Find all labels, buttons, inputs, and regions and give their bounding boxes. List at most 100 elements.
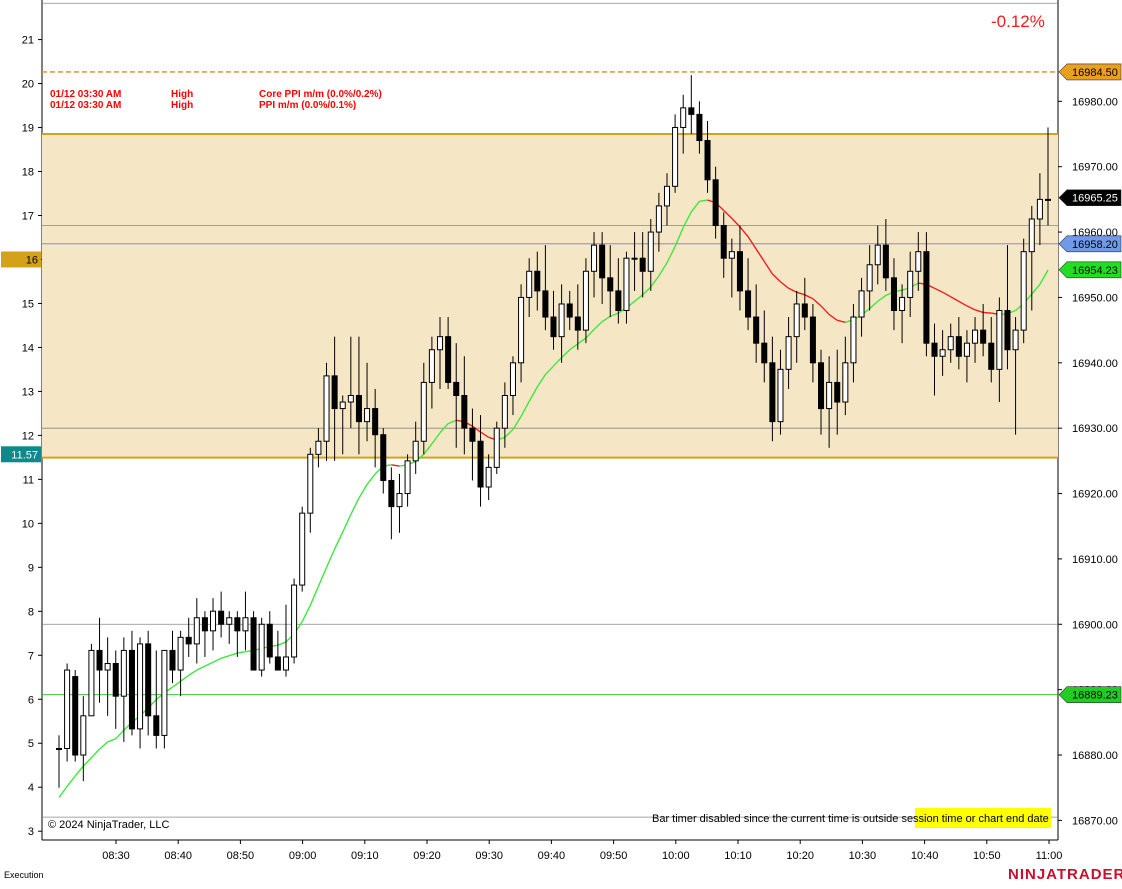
candle-body	[323, 375, 330, 442]
candle-body	[364, 408, 371, 423]
x-tick-label-14: 10:50	[973, 850, 1001, 862]
chart-svg: 3 4 5 6 7 8 9 10 11 12 13 14 15 16 17 18 19 20 21 16870.00…	[0, 0, 1122, 884]
candle-body	[339, 401, 346, 410]
marker-label: 16	[26, 254, 38, 266]
candle-body	[185, 636, 192, 645]
candle-body	[64, 669, 71, 749]
candle-25	[258, 617, 265, 677]
candle-13	[161, 649, 168, 749]
candle-body	[663, 185, 671, 207]
candle-body	[347, 394, 354, 403]
percent-change: -0.12%	[991, 12, 1045, 31]
candle-body	[315, 440, 322, 455]
x-tick-label-2: 08:50	[227, 850, 255, 862]
candle-body	[720, 225, 727, 259]
left-tick-label-4: 7	[28, 650, 34, 662]
candle-body	[826, 381, 833, 410]
candle-body	[461, 394, 468, 429]
right-tick-label-4: 16910.00	[1072, 554, 1118, 566]
marker-label: 11.57	[11, 449, 38, 461]
candle-body	[282, 656, 289, 671]
candle-body	[728, 251, 735, 259]
candle-body	[623, 257, 630, 312]
left-tick-label-2: 5	[28, 738, 34, 750]
candle-body	[445, 336, 452, 383]
copyright: © 2024 NinjaTrader, LLC	[48, 819, 169, 831]
candle-body	[266, 623, 273, 658]
candle-body	[947, 336, 954, 351]
candle-body	[1036, 198, 1043, 220]
candle-body	[534, 270, 541, 292]
candle-body	[542, 290, 549, 318]
candle-body	[834, 381, 841, 403]
candle-body	[769, 362, 776, 423]
candle-body	[842, 362, 849, 403]
candle-body	[226, 617, 233, 625]
candle-body	[420, 381, 427, 442]
status-message: Bar timer disabled since the current tim…	[652, 813, 1049, 825]
candle-body	[307, 453, 314, 514]
left-tick-label-11: 14	[22, 342, 34, 354]
left-tick-label-18: 21	[22, 35, 34, 47]
marker-label: 16965.25	[1072, 193, 1118, 205]
candle-body	[453, 381, 460, 396]
left-tick-label-14: 17	[22, 210, 34, 222]
candle-54	[493, 421, 500, 474]
left-tick-label-17: 20	[22, 79, 34, 91]
candle-body	[80, 715, 87, 756]
candle-body	[704, 140, 711, 181]
x-tick-label-8: 09:50	[600, 850, 628, 862]
x-tick-label-9: 10:00	[662, 850, 690, 862]
candle-body	[169, 649, 176, 671]
marker-label: 16984.50	[1072, 67, 1118, 79]
candle-body	[972, 329, 979, 344]
x-tick-label-13: 10:40	[911, 850, 939, 862]
candle-body	[88, 649, 95, 717]
candle-body	[712, 179, 719, 227]
candle-body	[477, 440, 484, 488]
event-1-impact: High	[171, 89, 193, 100]
candle-body	[1044, 198, 1052, 201]
candle-body	[874, 244, 881, 266]
candle-body	[890, 277, 897, 312]
left-tick-label-15: 18	[22, 167, 34, 179]
event-2-time: 01/12 03:30 AM	[50, 100, 121, 111]
candle-body	[591, 244, 598, 272]
candle-body	[745, 290, 752, 318]
candle-body	[404, 460, 411, 495]
left-tick-label-1: 4	[28, 782, 34, 794]
candle-body	[850, 316, 857, 364]
candle-body	[412, 440, 419, 462]
x-tick-label-5: 09:20	[413, 850, 441, 862]
marker-label: 16958.20	[1072, 239, 1118, 251]
candle-body	[574, 316, 581, 331]
candle-body	[736, 251, 743, 292]
candle-body	[1004, 310, 1011, 351]
x-tick-label-7: 09:40	[538, 850, 566, 862]
candle-body	[566, 303, 573, 318]
candle-body	[550, 316, 557, 338]
right-tick-label-1: 16880.00	[1072, 750, 1118, 762]
x-tick-label-1: 08:40	[164, 850, 192, 862]
candle-body	[607, 277, 614, 292]
candle-body	[493, 427, 500, 468]
candle-body	[274, 656, 281, 671]
right-tick-label-11: 16980.00	[1072, 96, 1118, 108]
candle-body	[655, 205, 662, 233]
candle-body	[112, 663, 119, 697]
marker-label: 16889.23	[1072, 690, 1118, 702]
candle-65	[582, 258, 589, 344]
x-tick-label-0: 08:30	[102, 850, 130, 862]
chart: 3 4 5 6 7 8 9 10 11 12 13 14 15 16 17 18 19 20 21 16870.00…	[0, 0, 1122, 884]
ninjatrader-logo: NINJATRADER	[1008, 866, 1122, 883]
candle-body	[1020, 251, 1027, 331]
candle-30	[299, 506, 306, 592]
candle-body	[688, 107, 695, 115]
candle-body	[201, 617, 208, 632]
candle-body	[753, 316, 760, 344]
candle-body	[509, 362, 516, 396]
left-tick-label-6: 9	[28, 562, 34, 574]
candle-body	[380, 434, 387, 481]
candle-2	[72, 670, 79, 762]
candle-body	[1012, 329, 1019, 351]
